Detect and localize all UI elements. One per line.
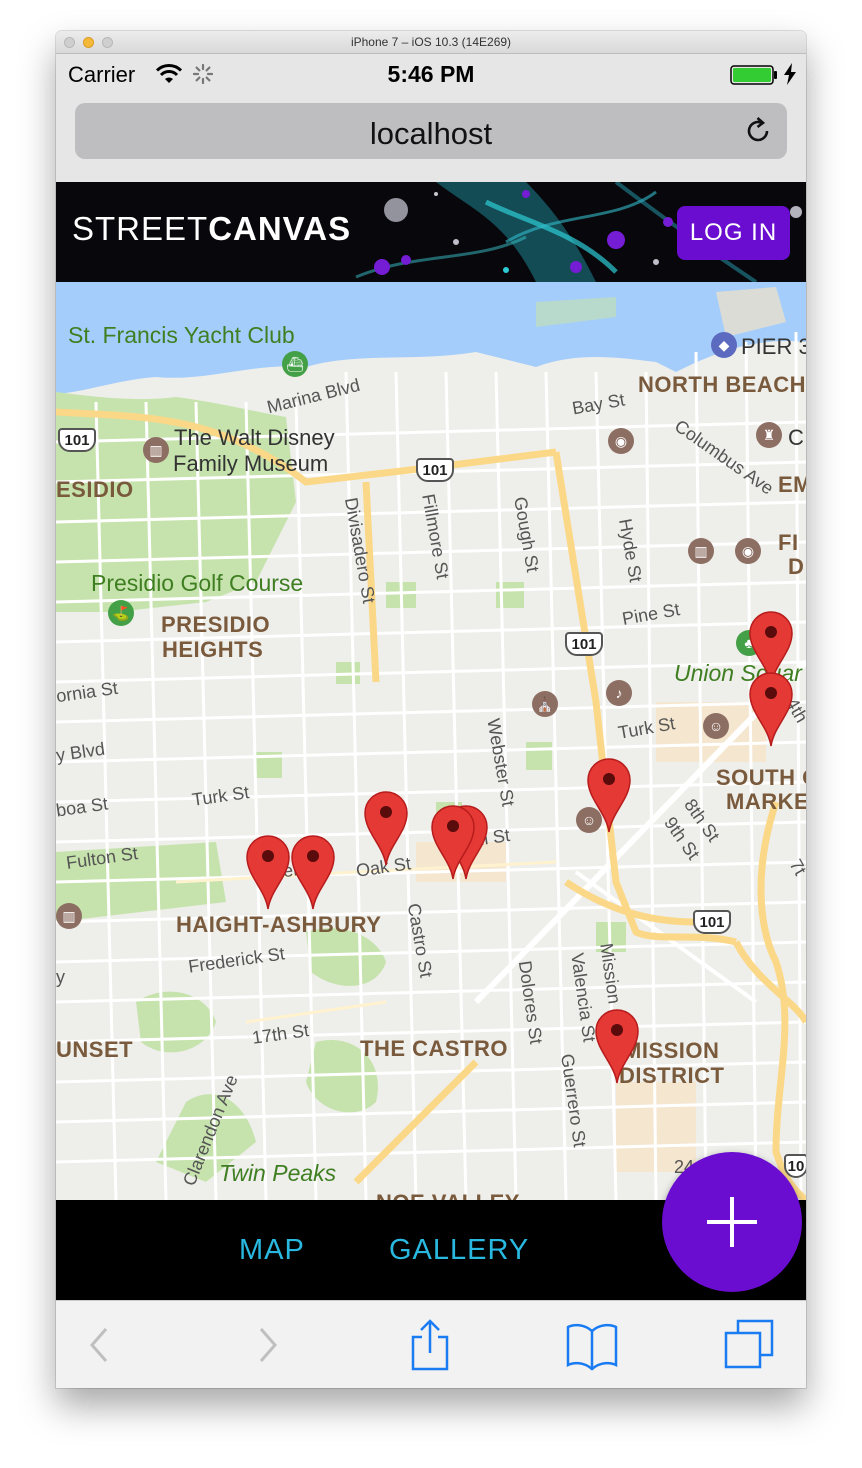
logo-canvas: CANVAS	[208, 210, 352, 247]
bookmarks-icon[interactable]	[566, 1319, 618, 1371]
url-text: localhost	[369, 116, 493, 151]
map-label-twin-peaks: Twin Peaks	[219, 1160, 337, 1186]
theater-icon[interactable]: ☺	[703, 713, 729, 739]
camera-icon[interactable]: ◉	[735, 538, 761, 564]
highway-101-shield: 101	[416, 458, 454, 482]
add-artwork-button[interactable]	[662, 1152, 802, 1292]
artwork-map-pin[interactable]	[290, 834, 336, 910]
highway-101-shield: 101	[58, 428, 96, 452]
plus-icon	[707, 1197, 757, 1247]
map-label-south-of-market-1: SOUTH O	[716, 765, 806, 790]
app-header: STREETCANVAS LOG IN	[56, 182, 806, 282]
map-label-em: EM	[778, 472, 806, 497]
map-label-sunset: UNSET	[56, 1037, 134, 1062]
museum-icon[interactable]: ▥	[143, 437, 169, 463]
camera-icon[interactable]: ◉	[608, 428, 634, 454]
window-title-bar: iPhone 7 – iOS 10.3 (14E269)	[56, 31, 806, 54]
window-title: iPhone 7 – iOS 10.3 (14E269)	[350, 35, 512, 49]
map-label-presidio-golf: Presidio Golf Course	[91, 570, 304, 596]
map-label-haight-ashbury: HAIGHT-ASHBURY	[176, 912, 382, 937]
map-label-yacht-club: St. Francis Yacht Club	[68, 322, 295, 348]
login-button[interactable]: LOG IN	[677, 206, 790, 260]
street-art-map[interactable]: St. Francis Yacht Club PIER 3 NORTH BEAC…	[56, 282, 806, 1200]
artwork-map-pin[interactable]	[430, 804, 476, 880]
nav-gallery-link[interactable]: GALLERY	[389, 1234, 529, 1267]
museum-icon[interactable]: ▥	[56, 903, 82, 929]
logo-street: STREET	[72, 210, 209, 247]
map-label-c: C	[788, 425, 804, 450]
tabs-icon[interactable]	[724, 1319, 776, 1371]
artwork-map-pin[interactable]	[748, 671, 794, 747]
charging-bolt-icon	[784, 63, 796, 85]
museum-icon[interactable]: ▥	[688, 538, 714, 564]
map-label-noe-valley: NOE VALLEY	[376, 1190, 520, 1200]
artwork-map-pin[interactable]	[363, 790, 409, 866]
golf-icon[interactable]: ⛳	[108, 600, 134, 626]
map-label-walt-disney-1: The Walt Disney	[174, 425, 335, 450]
nav-map-link[interactable]: MAP	[239, 1234, 305, 1267]
map-label-d: D	[788, 554, 805, 579]
browser-address-area: localhost	[56, 94, 806, 183]
map-label-the-castro: THE CASTRO	[360, 1036, 508, 1061]
music-venue-icon[interactable]: ♪	[606, 680, 632, 706]
artwork-map-pin[interactable]	[245, 834, 291, 910]
map-label-fi: FI	[778, 530, 799, 555]
url-field[interactable]: localhost	[75, 103, 787, 159]
highway-shield: 10	[784, 1154, 806, 1178]
status-time: 5:46 PM	[387, 61, 475, 87]
map-label-presidio-heights-2: HEIGHTS	[162, 637, 264, 662]
map-label-south-of-market-2: MARKE	[726, 789, 806, 814]
map-label-pier: PIER 3	[741, 334, 806, 359]
back-icon[interactable]	[74, 1319, 126, 1371]
highway-101-shield: 101	[565, 632, 603, 656]
church-icon[interactable]: ⛪	[532, 691, 558, 717]
artwork-map-pin[interactable]	[594, 1008, 640, 1084]
artwork-map-pin[interactable]	[586, 757, 632, 833]
map-label-north-beach: NORTH BEACH	[638, 372, 806, 397]
browser-toolbar	[56, 1300, 806, 1388]
map-label-presidio: ESIDIO	[56, 477, 134, 502]
landmark-tower-icon[interactable]: ♜	[756, 422, 782, 448]
ferry-icon[interactable]: ⛴	[282, 351, 308, 377]
streetcanvas-logo[interactable]: STREETCANVAS	[72, 210, 351, 248]
reload-icon[interactable]	[743, 116, 773, 146]
map-label-presidio-heights-1: PRESIDIO	[161, 612, 271, 637]
ios-status-bar: Carrier 5:46 PM	[56, 54, 806, 94]
map-label-y: y	[56, 967, 65, 987]
shopping-icon[interactable]: ◆	[711, 332, 737, 358]
battery-icon	[730, 65, 777, 85]
map-label-walt-disney-2: Family Museum	[173, 451, 329, 476]
forward-icon[interactable]	[241, 1319, 293, 1371]
simulator-window: iPhone 7 – iOS 10.3 (14E269) Carrier 5:4…	[56, 31, 806, 1388]
share-icon[interactable]	[404, 1319, 456, 1371]
highway-101-shield: 101	[693, 910, 731, 934]
